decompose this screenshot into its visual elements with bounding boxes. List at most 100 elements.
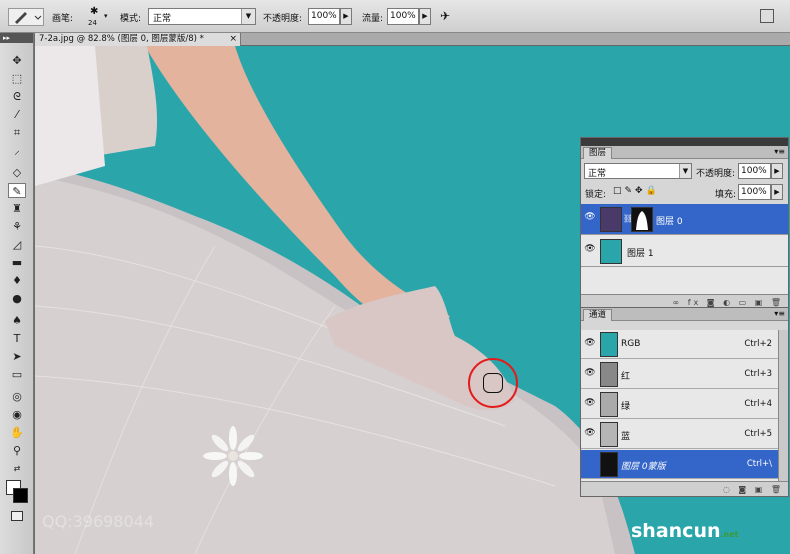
layers-lock-row: 锁定: □✎✥🔒 填充: 100% ▶ <box>581 181 788 203</box>
blend-mode-select[interactable]: 正常 ▼ <box>584 163 692 179</box>
path-selection-icon[interactable]: ➤ <box>8 349 26 364</box>
brush-picker[interactable]: ✱ 24 ▾ <box>82 5 110 29</box>
flow-slider-button[interactable]: ▶ <box>419 8 431 25</box>
opacity-slider-button[interactable]: ▶ <box>340 8 352 25</box>
channels-panel: 通道 ▾≡ 👁 RGB Ctrl+2 👁 红 Ctrl+3 👁 绿 Ctrl+4… <box>580 307 789 497</box>
tools-panel: ▸▸ ✥ ⬚ ᘓ ⁄ ⌗ ⸝ ◇ ✎ ♜ ⚘ ◿ ▬ ♦ ● ♠ T ➤ ▭ ◎… <box>0 33 34 554</box>
fill-slider-button[interactable]: ▶ <box>771 184 783 200</box>
gradient-tool-icon[interactable]: ▬ <box>8 255 26 270</box>
background-color-swatch[interactable] <box>13 488 28 503</box>
channels-scrollbar[interactable] <box>778 330 788 481</box>
channels-list: 👁 RGB Ctrl+2 👁 红 Ctrl+3 👁 绿 Ctrl+4 👁 蓝 C… <box>581 330 778 481</box>
lasso-tool-icon[interactable]: ᘓ <box>8 89 26 104</box>
fill-input[interactable]: 100% <box>738 184 771 200</box>
channel-name: 绿 <box>621 402 631 412</box>
layers-tab-row: 图层 ▾≡ <box>581 146 788 159</box>
layer-mask-thumbnail[interactable] <box>631 207 653 232</box>
options-bar: 画笔: ✱ 24 ▾ 模式: 正常 ▼ 不透明度: 100% ▶ 流量: 100… <box>0 0 790 33</box>
crop-tool-icon[interactable]: ⌗ <box>8 125 26 140</box>
visibility-eye-icon[interactable]: 👁 <box>583 212 597 226</box>
layer-opacity-input[interactable]: 100% <box>738 163 771 179</box>
channel-thumbnail <box>600 362 618 387</box>
channels-footer-icons[interactable]: ◌ ◙ ▣ 🗑 <box>581 481 788 496</box>
brush-size: 24 <box>88 19 97 27</box>
channel-row[interactable]: 👁 蓝 Ctrl+5 <box>581 420 778 449</box>
airbrush-icon[interactable]: ✈ <box>440 9 456 25</box>
brush-cursor-ring <box>468 358 518 408</box>
3d-orbit-icon[interactable]: ◉ <box>8 407 26 422</box>
mode-select[interactable]: 正常 ▼ <box>148 8 256 25</box>
eyedropper-icon[interactable]: ⸝ <box>8 143 26 158</box>
magic-wand-icon[interactable]: ⁄ <box>8 107 26 122</box>
layer-thumbnail <box>600 239 622 264</box>
chevron-down-icon: ▼ <box>679 164 691 178</box>
channel-thumbnail <box>600 452 618 477</box>
move-tool-icon[interactable]: ✥ <box>8 53 26 68</box>
clone-stamp-icon[interactable]: ♜ <box>8 201 26 216</box>
channel-name: RGB <box>621 339 641 349</box>
healing-brush-icon[interactable]: ◇ <box>8 165 26 180</box>
layers-blend-row: 正常 ▼ 不透明度: 100% ▶ <box>581 159 788 181</box>
watermark-logo-suffix: .net <box>720 530 739 539</box>
tool-preset-picker[interactable] <box>8 8 44 26</box>
visibility-eye-icon[interactable]: 👁 <box>583 338 597 352</box>
lock-icons[interactable]: □✎✥🔒 <box>613 186 660 196</box>
pen-tool-icon[interactable]: ♠ <box>8 313 26 328</box>
tools-panel-header[interactable]: ▸▸ <box>0 33 33 43</box>
panel-menu-icon[interactable]: ▾≡ <box>774 147 785 156</box>
watermark-logo: shancun.net <box>631 520 738 542</box>
visibility-eye-icon[interactable]: 👁 <box>583 368 597 382</box>
zoom-tool-icon[interactable]: ⚲ <box>8 443 26 458</box>
layer-name: 图层 0 <box>656 217 683 227</box>
visibility-eye-icon[interactable]: 👁 <box>583 428 597 442</box>
channel-row[interactable]: 👁 RGB Ctrl+2 <box>581 330 778 359</box>
flow-input[interactable]: 100% <box>387 8 419 25</box>
channels-tab-row: 通道 ▾≡ <box>581 308 788 321</box>
channel-shortcut: Ctrl+\ <box>746 459 772 469</box>
eraser-icon[interactable]: ◿ <box>8 237 26 252</box>
marquee-tool-icon[interactable]: ⬚ <box>8 71 26 86</box>
visibility-eye-icon[interactable] <box>583 458 597 472</box>
brush-tool-icon[interactable]: ✎ <box>8 183 26 198</box>
brush-tip-icon: ✱ <box>90 6 99 17</box>
swap-colors-icon[interactable]: ⇄ <box>8 461 26 476</box>
panel-menu-icon[interactable]: ▾≡ <box>774 309 785 318</box>
layer-opacity-label: 不透明度: <box>696 169 736 179</box>
channel-row[interactable]: 👁 红 Ctrl+3 <box>581 360 778 389</box>
layer-row[interactable]: 👁 图层 1 <box>581 236 788 267</box>
hand-tool-icon[interactable]: ✋ <box>8 425 26 440</box>
channel-thumbnail <box>600 422 618 447</box>
document-title: 7-2a.jpg @ 82.8% (图层 0, 图层蒙版/8) * <box>39 34 204 44</box>
layer-row[interactable]: 👁 ⛓ 图层 0 <box>581 204 788 235</box>
shape-tool-icon[interactable]: ▭ <box>8 367 26 382</box>
channel-name: 红 <box>621 372 631 382</box>
brush-tool-icon <box>15 12 42 24</box>
brush-label: 画笔: <box>52 14 74 24</box>
channel-shortcut: Ctrl+2 <box>744 339 772 349</box>
type-tool-icon[interactable]: T <box>8 331 26 346</box>
opacity-label: 不透明度: <box>263 14 303 24</box>
brush-cursor-icon <box>483 373 503 393</box>
close-icon[interactable]: × <box>229 33 237 46</box>
opacity-input[interactable]: 100% <box>308 8 340 25</box>
channel-row[interactable]: 图层 0蒙版 Ctrl+\ <box>581 450 778 479</box>
channel-name: 图层 0蒙版 <box>621 462 666 472</box>
mode-label: 模式: <box>120 14 142 24</box>
visibility-eye-icon[interactable]: 👁 <box>583 244 597 258</box>
visibility-eye-icon[interactable]: 👁 <box>583 398 597 412</box>
panel-collapse-bar[interactable] <box>581 138 788 146</box>
3d-rotate-icon[interactable]: ◎ <box>8 389 26 404</box>
layer-opacity-slider-button[interactable]: ▶ <box>771 163 783 179</box>
tab-layers[interactable]: 图层 <box>583 147 613 159</box>
quick-mask-icon[interactable] <box>11 511 23 521</box>
layer-name: 图层 1 <box>627 249 654 259</box>
blend-mode-value: 正常 <box>588 169 607 179</box>
document-tab[interactable]: 7-2a.jpg @ 82.8% (图层 0, 图层蒙版/8) * × <box>35 33 241 46</box>
channel-name: 蓝 <box>621 432 631 442</box>
palette-well-icon[interactable] <box>760 9 774 23</box>
history-brush-icon[interactable]: ⚘ <box>8 219 26 234</box>
blur-tool-icon[interactable]: ♦ <box>8 273 26 288</box>
channel-row[interactable]: 👁 绿 Ctrl+4 <box>581 390 778 419</box>
dodge-tool-icon[interactable]: ● <box>8 291 26 306</box>
tab-channels[interactable]: 通道 <box>583 309 613 321</box>
